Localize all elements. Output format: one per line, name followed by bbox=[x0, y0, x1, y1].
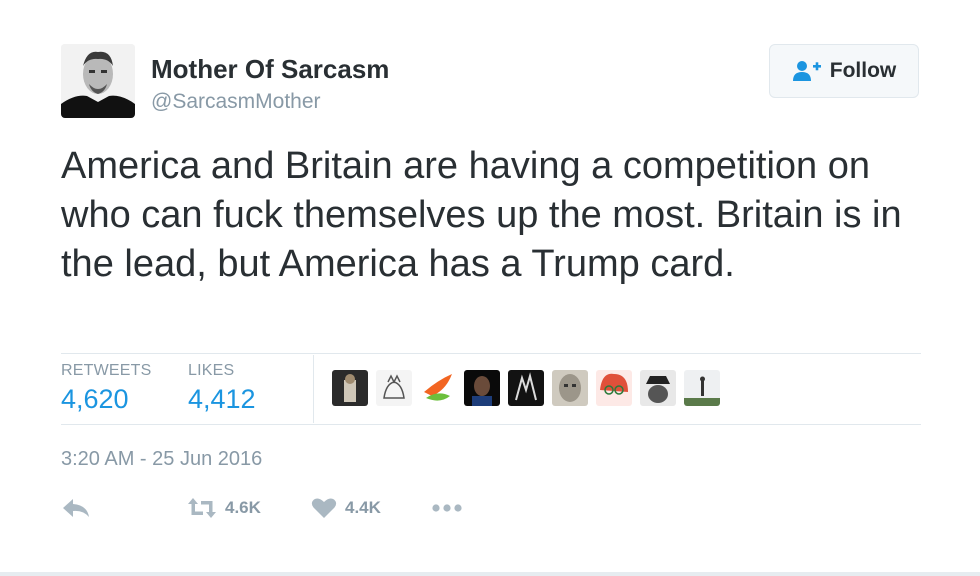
likes-count: 4,412 bbox=[188, 384, 256, 414]
stats-bottom-divider bbox=[61, 424, 921, 425]
follow-button[interactable]: Follow bbox=[769, 44, 919, 98]
likes-label: LIKES bbox=[188, 362, 235, 379]
like-count: 4.4K bbox=[345, 498, 381, 517]
stats-top-divider bbox=[61, 353, 921, 354]
profile-photo-icon bbox=[61, 44, 135, 118]
more-button[interactable] bbox=[431, 490, 463, 526]
liker-avatar-3[interactable] bbox=[420, 370, 456, 406]
follow-label: Follow bbox=[829, 59, 897, 82]
user-handle[interactable]: @SarcasmMother bbox=[151, 90, 321, 114]
liker-avatar-7[interactable] bbox=[596, 370, 632, 406]
card-bottom-border bbox=[0, 572, 980, 576]
liker-avatars bbox=[332, 370, 720, 406]
heart-icon bbox=[311, 498, 337, 518]
avatar[interactable] bbox=[61, 44, 135, 118]
liker-avatar-4[interactable] bbox=[464, 370, 500, 406]
more-icon bbox=[432, 504, 462, 512]
retweets-stat[interactable]: RETWEETS 4,620 bbox=[61, 362, 152, 415]
follow-user-plus-icon bbox=[792, 61, 821, 81]
liker-avatar-5[interactable] bbox=[508, 370, 544, 406]
tweet-timestamp[interactable]: 3:20 AM - 25 Jun 2016 bbox=[61, 448, 262, 471]
likes-stat[interactable]: LIKES 4,412 bbox=[188, 362, 256, 415]
liker-avatar-9[interactable] bbox=[684, 370, 720, 406]
liker-avatar-1[interactable] bbox=[332, 370, 368, 406]
tweet-text: America and Britain are having a competi… bbox=[61, 145, 902, 285]
liker-avatar-8[interactable] bbox=[640, 370, 676, 406]
tweet-card: Mother Of Sarcasm @SarcasmMother Follow … bbox=[0, 0, 980, 576]
retweet-button[interactable]: 4.6K bbox=[187, 490, 261, 526]
display-name[interactable]: Mother Of Sarcasm bbox=[151, 54, 389, 85]
reply-icon bbox=[63, 499, 89, 517]
reply-button[interactable] bbox=[61, 490, 91, 526]
retweet-count: 4.6K bbox=[225, 498, 261, 517]
like-button[interactable]: 4.4K bbox=[311, 490, 381, 526]
retweet-icon bbox=[188, 498, 216, 518]
retweets-label: RETWEETS bbox=[61, 362, 152, 379]
liker-avatar-2[interactable] bbox=[376, 370, 412, 406]
retweets-count: 4,620 bbox=[61, 384, 129, 414]
stats-separator bbox=[313, 355, 314, 423]
liker-avatar-6[interactable] bbox=[552, 370, 588, 406]
